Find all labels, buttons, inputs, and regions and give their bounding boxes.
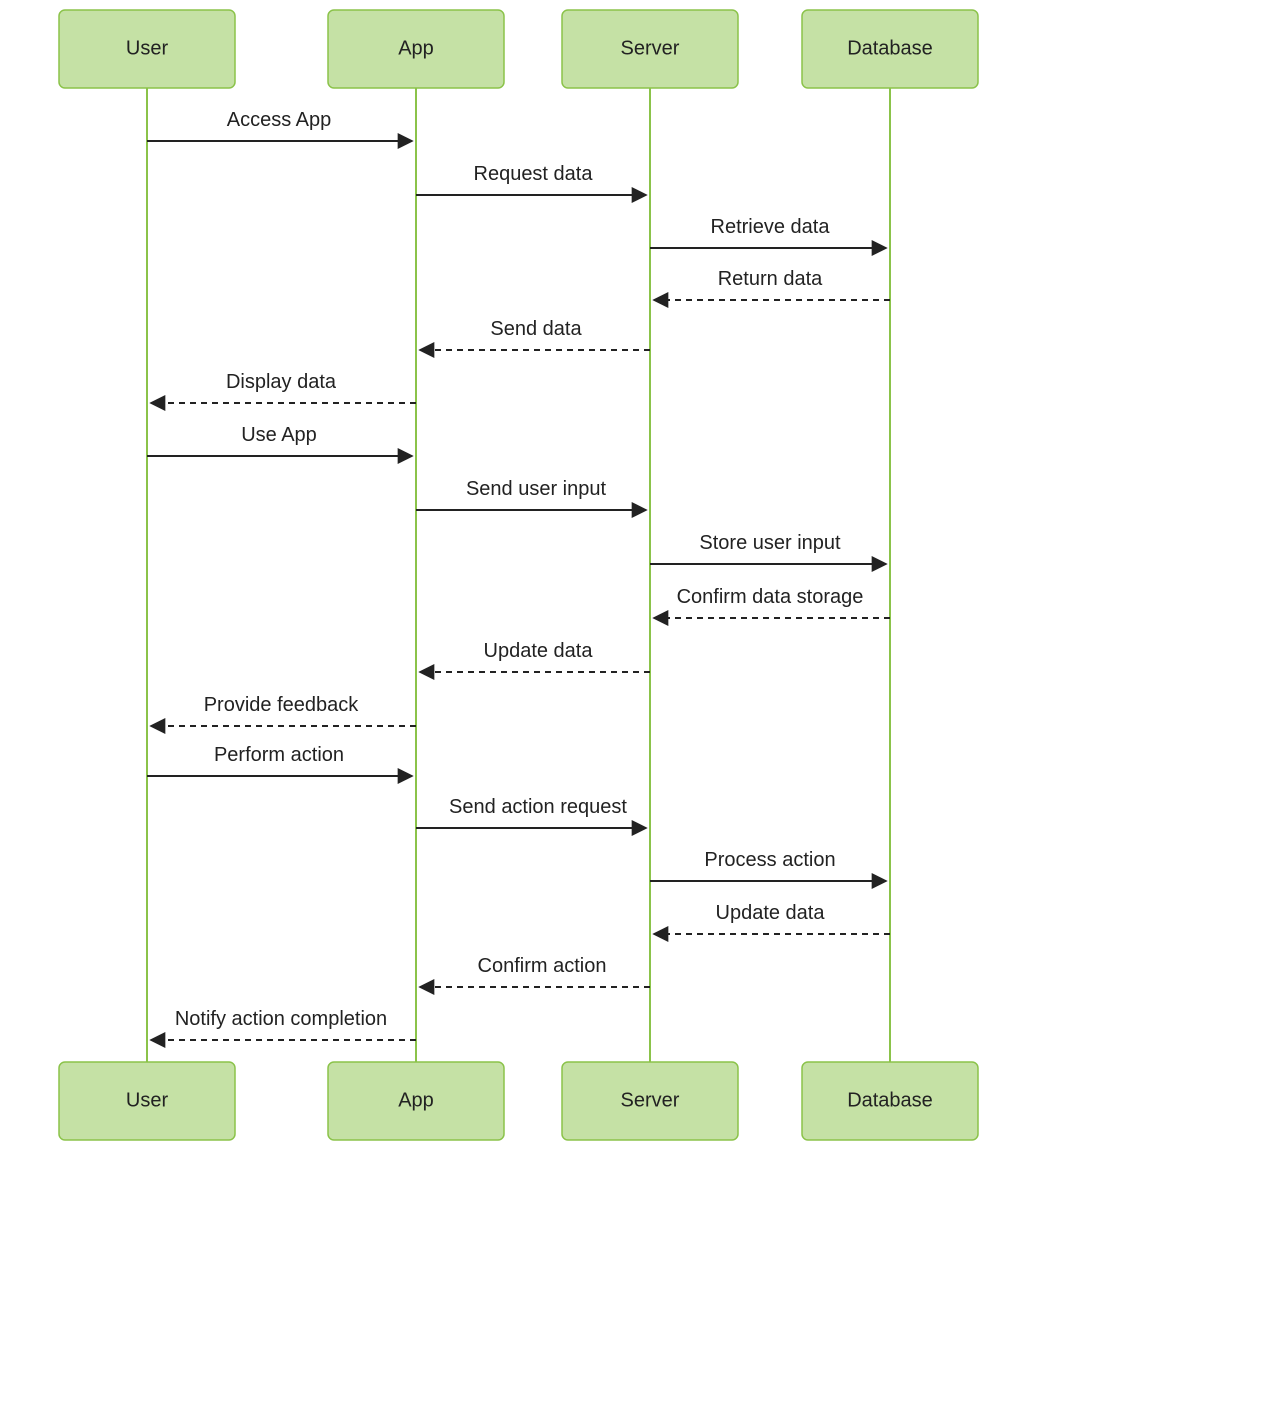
actor-user-label-bottom: User	[126, 1089, 169, 1111]
msg-request-data-label: Request data	[474, 163, 594, 185]
msg-notify-action-completion-label: Notify action completion	[175, 1008, 387, 1030]
msg-access-app-label: Access App	[227, 109, 332, 131]
actor-app-label-bottom: App	[398, 1089, 434, 1111]
msg-retrieve-data-label: Retrieve data	[711, 216, 831, 238]
msg-send-data-label: Send data	[490, 318, 582, 340]
actor-app-label: App	[398, 37, 434, 59]
sequence-diagram: User App Server Database Access App Requ…	[0, 0, 1280, 1423]
msg-provide-feedback-label: Provide feedback	[204, 694, 360, 716]
actor-server-label: Server	[621, 37, 680, 59]
actor-user-bottom: User	[59, 1062, 235, 1140]
actor-database-label-bottom: Database	[847, 1089, 933, 1111]
msg-use-app-label: Use App	[241, 424, 317, 446]
msg-send-action-request-label: Send action request	[449, 796, 627, 818]
msg-send-user-input-label: Send user input	[466, 478, 607, 500]
actor-server-top: Server	[562, 10, 738, 88]
actor-server-bottom: Server	[562, 1062, 738, 1140]
actor-user-label: User	[126, 37, 169, 59]
actor-database-bottom: Database	[802, 1062, 978, 1140]
actor-server-label-bottom: Server	[621, 1089, 680, 1111]
actor-database-top: Database	[802, 10, 978, 88]
actor-database-label: Database	[847, 37, 933, 59]
actor-app-top: App	[328, 10, 504, 88]
msg-display-data-label: Display data	[226, 371, 337, 393]
msg-update-data-1-label: Update data	[484, 640, 594, 662]
actor-user-top: User	[59, 10, 235, 88]
msg-update-data-2-label: Update data	[716, 902, 826, 924]
actor-app-bottom: App	[328, 1062, 504, 1140]
msg-perform-action-label: Perform action	[214, 744, 344, 766]
msg-confirm-action-label: Confirm action	[478, 955, 607, 977]
msg-process-action-label: Process action	[704, 849, 835, 871]
msg-return-data-label: Return data	[718, 268, 823, 290]
msg-store-user-input-label: Store user input	[699, 532, 841, 554]
msg-confirm-data-storage-label: Confirm data storage	[677, 586, 864, 608]
